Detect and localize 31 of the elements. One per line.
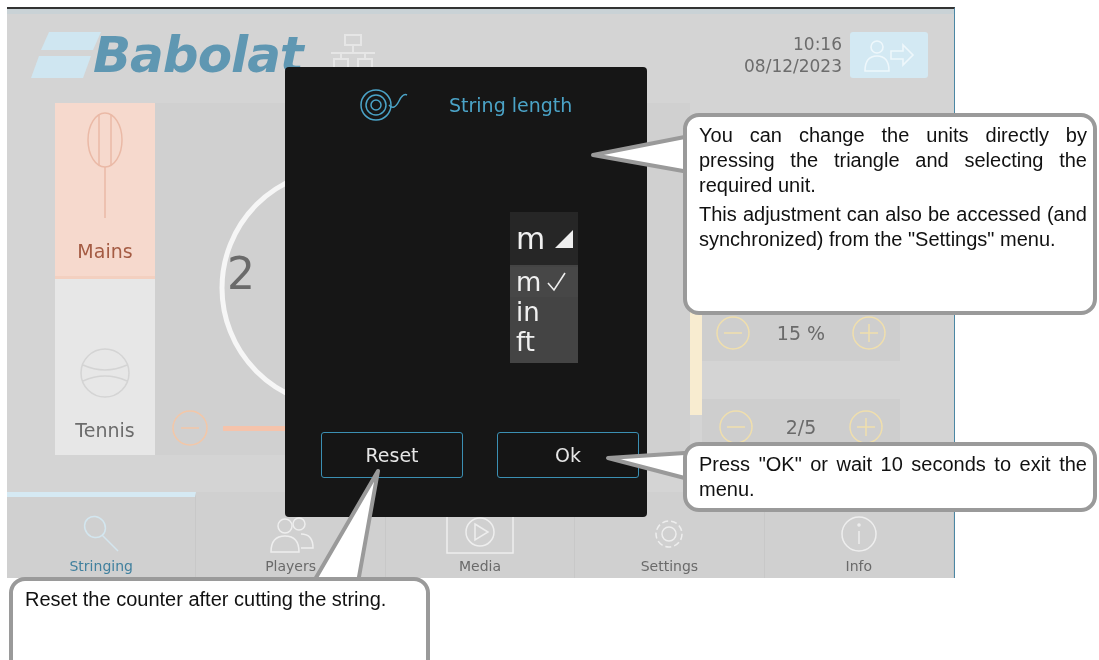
string-type-card[interactable]: Tennis <box>55 279 155 455</box>
dialog-button[interactable]: Ok <box>497 432 639 478</box>
triangle-icon <box>555 229 574 248</box>
unit-dropdown[interactable]: m <box>510 212 578 265</box>
logout-button[interactable] <box>850 32 928 78</box>
minus-icon[interactable] <box>717 409 754 445</box>
string-type-label: Tennis <box>75 419 135 441</box>
callout-text: You can change the units directly by pressing the triangle and selecting the required unit. <box>699 123 1087 198</box>
info-icon <box>838 514 879 554</box>
dialog-button[interactable]: Reset <box>321 432 463 478</box>
callout-text: Reset the counter after cutting the string. <box>25 587 388 612</box>
clock-time: 10:16 <box>793 32 842 55</box>
unit-option[interactable]: ft <box>510 327 578 357</box>
brand-logo: Babolat <box>93 26 303 84</box>
minus-icon[interactable] <box>714 315 751 351</box>
adjuster-value: 15 % <box>776 322 826 344</box>
string-type-label: Mains <box>77 240 133 262</box>
unit-option[interactable]: in <box>510 297 578 327</box>
length-counter: 2 <box>227 248 255 299</box>
minus-icon[interactable] <box>171 409 209 447</box>
nav-tab[interactable]: Stringing <box>7 492 197 578</box>
check-icon <box>546 272 566 292</box>
adjuster-value: 2/5 <box>785 416 817 438</box>
plus-icon[interactable] <box>848 409 885 445</box>
user-arrow-icon <box>863 38 915 72</box>
string-type-card[interactable]: Mains <box>55 103 155 279</box>
callout-text: This adjustment can also be accessed (and synchronized) from the "Settings" menu. <box>699 202 1087 252</box>
dialog-title: String length <box>449 94 573 116</box>
clock-date: 08/12/2023 <box>744 55 842 78</box>
string-coil-icon <box>359 87 409 123</box>
plus-icon[interactable] <box>851 315 888 351</box>
